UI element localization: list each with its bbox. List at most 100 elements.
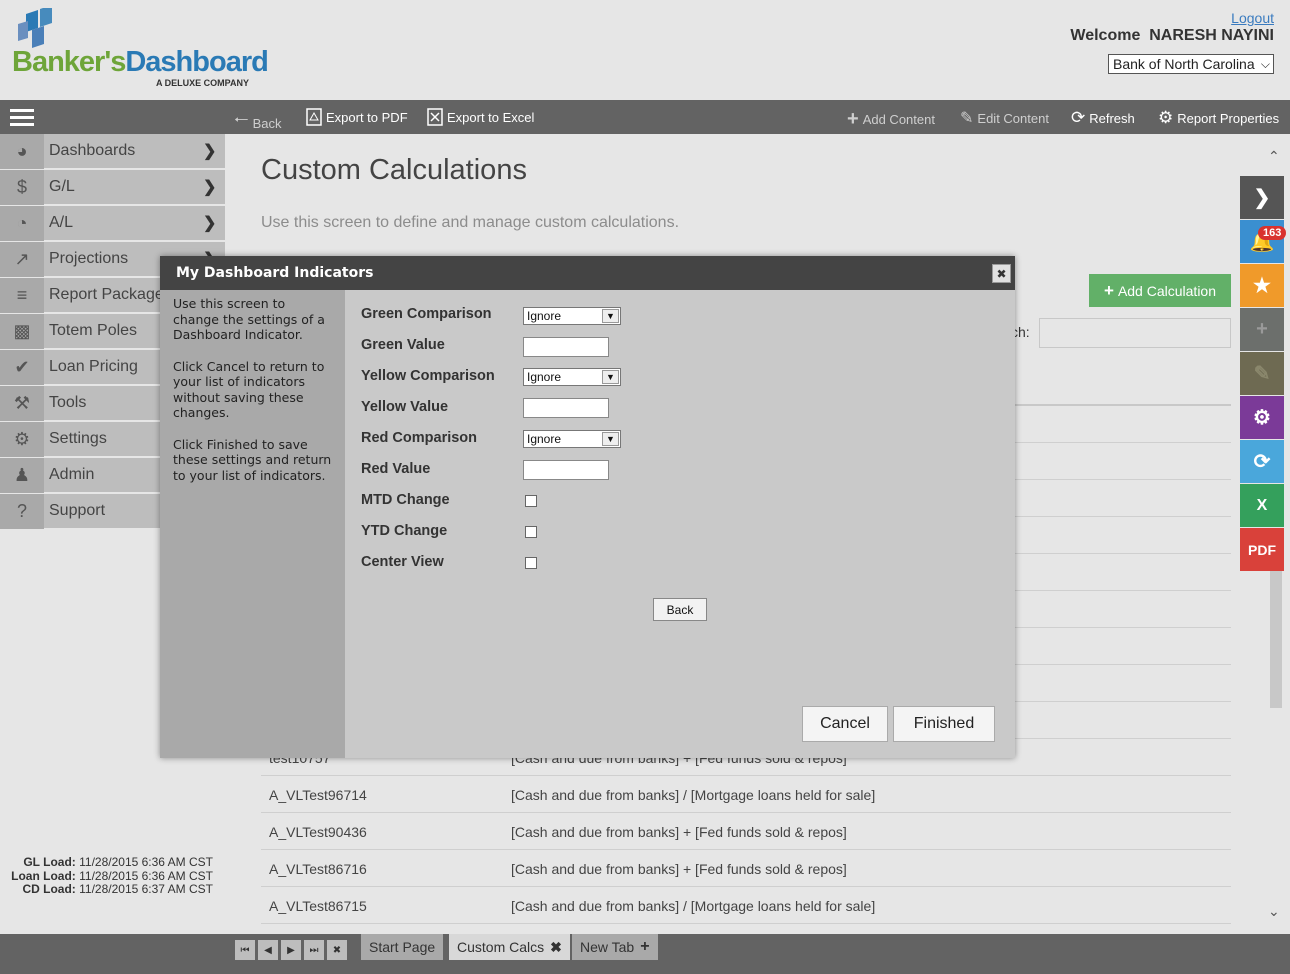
center-view-label: Center View	[361, 554, 444, 570]
bank-select[interactable]: Bank of North Carolina ⌵	[1108, 54, 1274, 74]
calc-formula: [Cash and due from banks] / [Mortgage lo…	[511, 787, 876, 803]
pencil-icon: ✎	[1253, 363, 1271, 385]
rail-pdf-button[interactable]: PDF	[1240, 528, 1284, 571]
table-row[interactable]: A_VLTest90436 [Cash and due from banks] …	[261, 813, 1231, 850]
calc-formula: [Cash and due from banks] + [Fed funds s…	[511, 824, 847, 840]
hamburger-menu-icon[interactable]	[10, 109, 34, 126]
chevron-down-icon: ▼	[602, 309, 619, 323]
chevron-right-icon: ❯	[203, 143, 217, 160]
rail-refresh-button[interactable]: ⟳	[1240, 440, 1284, 483]
plus-icon: +	[1104, 280, 1114, 300]
excel-file-icon: X	[1256, 496, 1268, 514]
dollar-icon: $	[0, 169, 44, 205]
last-tab-icon[interactable]: ⏭	[304, 940, 324, 960]
red-value-label: Red Value	[361, 461, 431, 477]
page-title: Custom Calculations	[261, 154, 527, 186]
cancel-button[interactable]: Cancel	[802, 706, 888, 742]
red-value-input[interactable]	[523, 460, 609, 480]
yellow-comparison-label: Yellow Comparison	[361, 368, 495, 384]
calc-name: A_VLTest86716	[269, 861, 367, 877]
tab-custom-calcs[interactable]: Custom Calcs ✖	[449, 934, 570, 960]
refresh-icon: ⟳	[1071, 108, 1086, 127]
star-icon: ★	[1253, 275, 1271, 297]
question-icon: ?	[0, 493, 44, 529]
rail-add-button[interactable]: +	[1240, 308, 1284, 351]
tab-new-tab[interactable]: New Tab +	[572, 934, 658, 960]
sidebar-item-al[interactable]: ◔ A/L ❯	[0, 205, 225, 241]
ytd-change-checkbox[interactable]	[525, 526, 537, 538]
toolbar: 🠀 Back Export to PDF Export to Excel + Add…	[0, 100, 1290, 134]
add-calculation-button[interactable]: + Add Calculation	[1089, 274, 1231, 307]
calc-name: A_VLTest86715	[269, 898, 367, 914]
gear-icon: ⚙	[1253, 407, 1271, 429]
welcome-text: Welcome NARESH NAYINI	[1070, 27, 1274, 44]
mtd-change-checkbox[interactable]	[525, 495, 537, 507]
indicator-form: Green Comparison Ignore ▼ Green Value Ye…	[345, 290, 1015, 758]
table-row[interactable]: A_VLTest86716 [Cash and due from banks] …	[261, 850, 1231, 887]
user-icon: ♟	[0, 457, 44, 493]
edit-content-button[interactable]: ✎ Edit Content	[960, 108, 1049, 128]
favorites-button[interactable]: ★	[1240, 264, 1284, 307]
logout-link[interactable]: Logout	[1231, 10, 1274, 26]
rail-settings-button[interactable]: ⚙	[1240, 396, 1284, 439]
export-pdf-button[interactable]: Export to PDF	[306, 108, 408, 126]
logo-mark-icon	[18, 8, 52, 48]
back-button[interactable]: Back	[653, 598, 707, 621]
scroll-up-icon[interactable]: ⌃	[1268, 148, 1280, 165]
green-comparison-select[interactable]: Ignore ▼	[523, 307, 621, 325]
red-comparison-select[interactable]: Ignore ▼	[523, 430, 621, 448]
plus-icon[interactable]: +	[640, 938, 649, 956]
center-view-checkbox[interactable]	[525, 557, 537, 569]
notification-count-badge: 163	[1258, 226, 1287, 240]
finished-button[interactable]: Finished	[893, 706, 995, 742]
yellow-value-input[interactable]	[523, 398, 609, 418]
next-tab-icon[interactable]: ▶	[281, 940, 301, 960]
table-row[interactable]: A_VLTest86715 [Cash and due from banks] …	[261, 887, 1231, 924]
bar-chart-icon: ▩	[0, 313, 44, 349]
export-excel-button[interactable]: Export to Excel	[427, 108, 534, 126]
yellow-value-label: Yellow Value	[361, 399, 449, 415]
layers-icon: ≡	[0, 277, 44, 313]
add-content-button[interactable]: + Add Content	[847, 108, 935, 131]
pdf-file-icon: PDF	[1248, 541, 1276, 558]
refresh-icon: ⟳	[1253, 451, 1271, 473]
scroll-down-icon[interactable]: ⌄	[1268, 903, 1280, 920]
first-tab-icon[interactable]: ⏮	[235, 940, 255, 960]
sidebar-item-dashboards[interactable]: ◕ Dashboards ❯	[0, 133, 225, 169]
green-value-input[interactable]	[523, 337, 609, 357]
refresh-button[interactable]: ⟳ Refresh	[1071, 108, 1135, 128]
tab-start-page[interactable]: Start Page	[361, 934, 444, 960]
bankers-dashboard-logo[interactable]: Banker'sDashboard A DELUXE COMPANY	[10, 8, 270, 92]
excel-file-icon	[427, 108, 443, 126]
table-row[interactable]: A_VLTest96714 [Cash and due from banks] …	[261, 776, 1231, 813]
close-icon[interactable]: ✖	[550, 939, 562, 956]
modal-title: My Dashboard Indicators	[160, 256, 1015, 290]
user-name: NARESH NAYINI	[1149, 27, 1274, 44]
expand-rail-button[interactable]: ❯	[1240, 176, 1284, 219]
red-comparison-label: Red Comparison	[361, 430, 478, 446]
scrollbar-thumb[interactable]	[1270, 570, 1282, 708]
rail-excel-button[interactable]: X	[1240, 484, 1284, 527]
search-input[interactable]	[1039, 318, 1231, 348]
calc-name: A_VLTest96714	[269, 787, 367, 803]
close-icon[interactable]: ✖	[992, 264, 1011, 283]
compass-icon: ◕	[0, 133, 44, 169]
gear-icon: ⚙	[1158, 108, 1174, 127]
yellow-comparison-select[interactable]: Ignore ▼	[523, 368, 621, 386]
rail-edit-button[interactable]: ✎	[1240, 352, 1284, 395]
modal-help-text: Use this screen to change the settings o…	[160, 290, 345, 758]
close-all-tabs-icon[interactable]: ✖	[327, 940, 347, 960]
report-properties-button[interactable]: ⚙ Report Properties	[1158, 108, 1279, 128]
dashboard-indicators-modal: My Dashboard Indicators ✖ Use this scree…	[160, 256, 1015, 758]
chevron-right-icon: ❯	[1253, 187, 1271, 209]
chevron-down-icon: ▼	[602, 432, 619, 446]
checkmark-icon: ✔	[0, 349, 44, 385]
calc-name: A_VLTest90436	[269, 824, 367, 840]
sidebar-item-gl[interactable]: $ G/L ❯	[0, 169, 225, 205]
prev-tab-icon[interactable]: ◀	[258, 940, 278, 960]
gear-icon: ⚙	[0, 421, 44, 457]
tab-bar: ⏮ ◀ ▶ ⏭ ✖ Start Page Custom Calcs ✖ New …	[0, 934, 1290, 974]
pencil-icon: ✎	[960, 110, 974, 127]
chevron-down-icon: ▼	[602, 370, 619, 384]
calc-formula: [Cash and due from banks] + [Fed funds s…	[511, 861, 847, 877]
